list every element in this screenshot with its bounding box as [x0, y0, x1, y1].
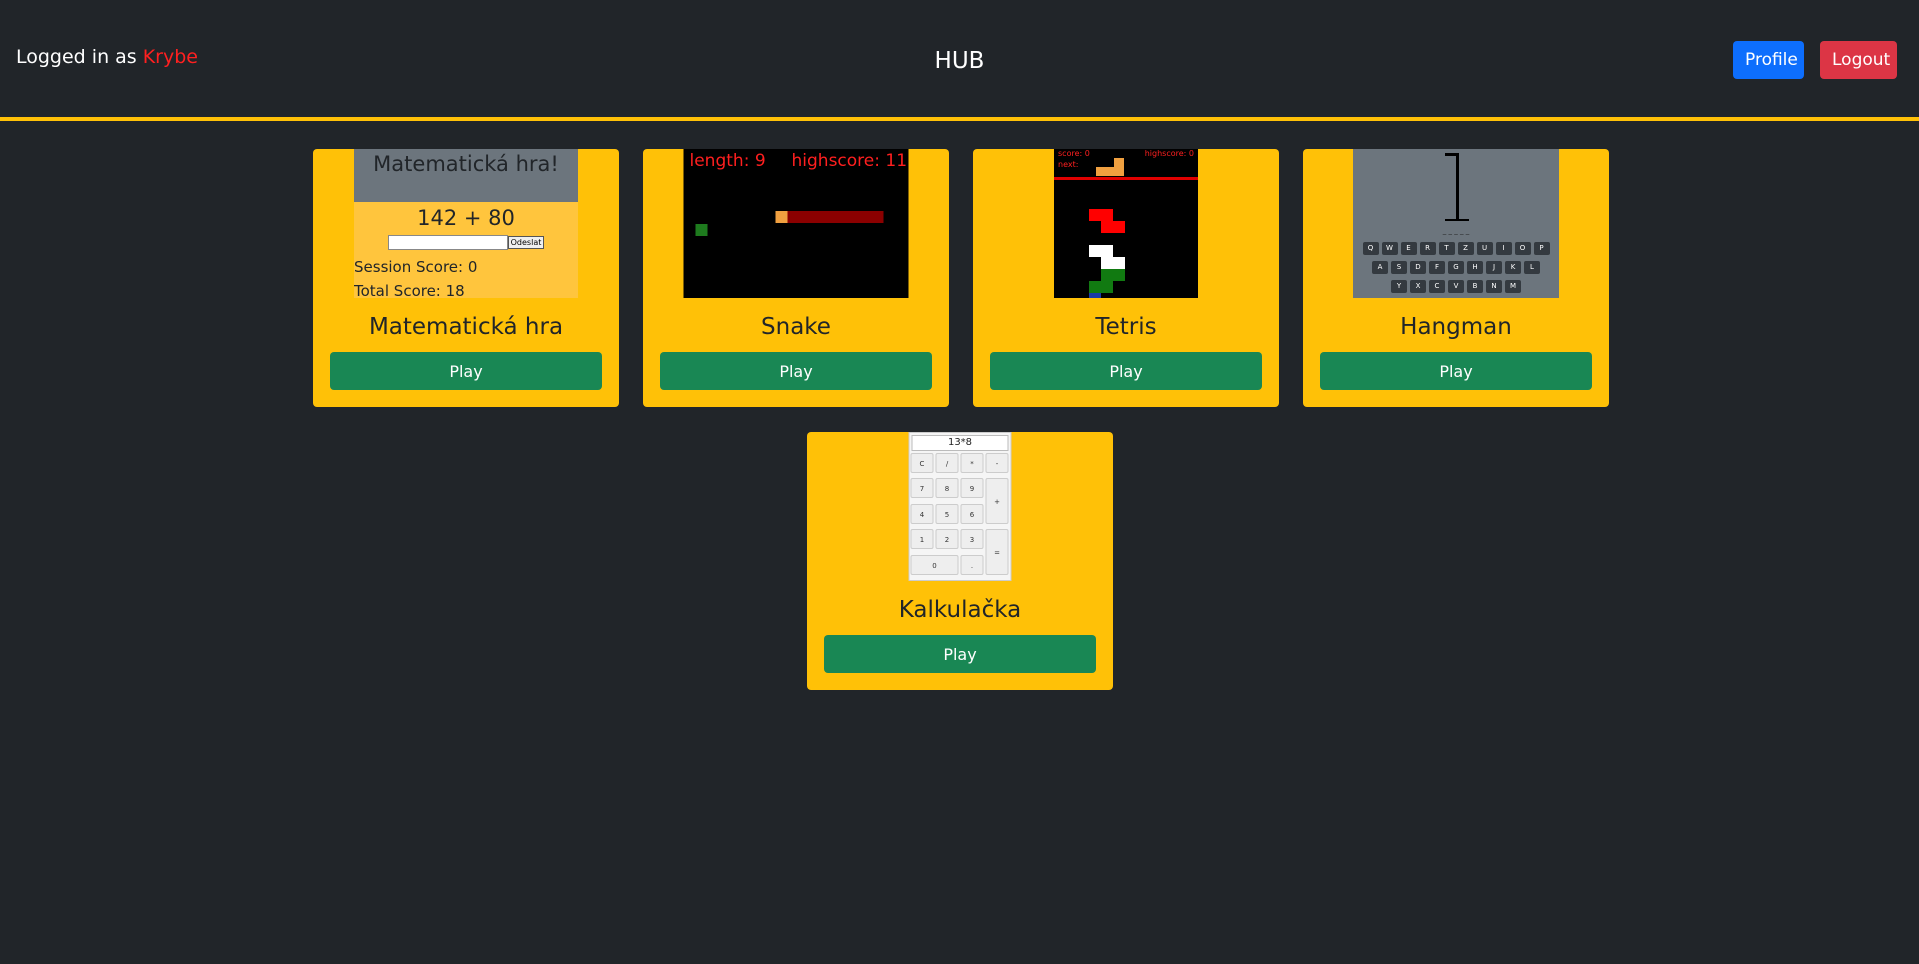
- play-button-snake[interactable]: Play: [660, 352, 932, 390]
- calculator-key: 1: [910, 529, 934, 549]
- math-preview-scores: Session Score: 0 Total Score: 18: [354, 255, 578, 298]
- hangman-key: A: [1372, 261, 1388, 274]
- math-preview-answer-input: [387, 235, 508, 250]
- calculator-key: /: [935, 453, 959, 473]
- tetris-piece-red: [1089, 209, 1125, 233]
- hangman-key: L: [1524, 261, 1540, 274]
- snake-preview-length: length: 9: [689, 151, 766, 171]
- hangman-key: C: [1429, 280, 1445, 293]
- tetris-piece-green: [1089, 269, 1125, 298]
- math-preview-equation: 142 + 80: [417, 206, 515, 230]
- hangman-key: Q: [1362, 242, 1379, 255]
- game-card-snake: length: 9 highscore: 11 Snake Play: [643, 149, 949, 407]
- calculator-key: =: [985, 529, 1009, 575]
- math-preview-title: Matematická hra!: [354, 149, 578, 202]
- calculator-key: 5: [935, 504, 959, 524]
- hangman-key: S: [1391, 261, 1407, 274]
- math-preview-submit: Odeslat: [507, 236, 545, 249]
- calculator-key: 2: [935, 529, 959, 549]
- calculator-key: C: [910, 453, 934, 473]
- calculator-key: 0: [910, 555, 959, 575]
- hangman-key: M: [1505, 280, 1521, 293]
- hangman-key: K: [1505, 261, 1521, 274]
- calculator-key: *: [960, 453, 984, 473]
- hangman-preview-image: _ _ _ _ _ QWERTZUIOP ASDFGHJKL YXCVBNM: [1353, 149, 1559, 298]
- game-title: Tetris: [1095, 314, 1157, 340]
- hangman-key: J: [1486, 261, 1502, 274]
- profile-button[interactable]: Profile: [1733, 41, 1804, 79]
- hangman-key: R: [1419, 242, 1436, 255]
- tetris-preview-next: next:: [1058, 160, 1079, 169]
- hangman-key: P: [1533, 242, 1550, 255]
- math-preview-session-score: Session Score: 0: [354, 258, 478, 276]
- hangman-gallows-icon: [1445, 153, 1469, 221]
- tetris-divider: [1054, 177, 1198, 180]
- game-card-hangman: _ _ _ _ _ QWERTZUIOP ASDFGHJKL YXCVBNM Han…: [1303, 149, 1609, 407]
- game-card-math: Matematická hra! 142 + 80 Odeslat Sessio…: [313, 149, 619, 407]
- snake-body: [775, 211, 884, 223]
- calculator-key: +: [985, 478, 1009, 524]
- hangman-key: W: [1381, 242, 1398, 255]
- hangman-key: Y: [1391, 280, 1407, 293]
- calculator-key: 7: [910, 478, 934, 498]
- calculator-key: -: [985, 453, 1009, 473]
- game-title: Snake: [761, 314, 831, 340]
- calculator-preview-image: 13*8 C / * - 7 8 9 +4 5 6 1 2 3 = 0.: [908, 432, 1012, 581]
- calculator-key: 6: [960, 504, 984, 524]
- hangman-key: O: [1514, 242, 1531, 255]
- play-button-math[interactable]: Play: [330, 352, 602, 390]
- hangman-key: N: [1486, 280, 1502, 293]
- hangman-key: V: [1448, 280, 1464, 293]
- calculator-key: 3: [960, 529, 984, 549]
- hangman-word-blanks: _ _ _ _ _: [1442, 227, 1470, 235]
- snake-food: [695, 224, 708, 236]
- game-title: Matematická hra: [368, 314, 564, 340]
- game-card-tetris: score: 0 next: highscore: 0 Tetris Play: [973, 149, 1279, 407]
- calculator-key: .: [960, 555, 984, 575]
- tetris-preview-image: score: 0 next: highscore: 0: [1054, 149, 1198, 298]
- play-button-tetris[interactable]: Play: [990, 352, 1262, 390]
- snake-preview-image: length: 9 highscore: 11: [683, 149, 909, 298]
- tetris-preview-score: score: 0: [1058, 149, 1090, 158]
- hangman-key: D: [1410, 261, 1426, 274]
- page-title: HUB: [934, 48, 985, 74]
- calculator-key: 4: [910, 504, 934, 524]
- math-preview-total-score: Total Score: 18: [354, 282, 465, 298]
- calculator-display: 13*8: [911, 435, 1009, 451]
- tetris-next-piece: [1096, 158, 1124, 176]
- hangman-key: I: [1495, 242, 1512, 255]
- hangman-key: G: [1448, 261, 1464, 274]
- hangman-key: H: [1467, 261, 1483, 274]
- calculator-key: 8: [935, 478, 959, 498]
- snake-head: [775, 211, 788, 223]
- snake-preview-highscore: highscore: 11: [791, 151, 908, 171]
- tetris-preview-highscore: highscore: 0: [1144, 149, 1194, 158]
- top-navbar: Logged in as Krybe HUB Profile Logout: [0, 0, 1919, 121]
- game-title: Kalkulačka: [898, 597, 1022, 623]
- play-button-hangman[interactable]: Play: [1320, 352, 1592, 390]
- hangman-key: B: [1467, 280, 1483, 293]
- hangman-key: U: [1476, 242, 1493, 255]
- tetris-piece-white: [1089, 245, 1125, 269]
- hangman-key: F: [1429, 261, 1445, 274]
- hangman-key: Z: [1457, 242, 1474, 255]
- hangman-key: E: [1400, 242, 1417, 255]
- math-preview-image: Matematická hra! 142 + 80 Odeslat Sessio…: [354, 149, 578, 298]
- game-title: Hangman: [1400, 314, 1512, 340]
- logout-button[interactable]: Logout: [1820, 41, 1897, 79]
- calculator-key: 9: [960, 478, 984, 498]
- hangman-key: X: [1410, 280, 1426, 293]
- math-preview-answer-row: Odeslat: [354, 232, 578, 251]
- play-button-calculator[interactable]: Play: [824, 635, 1096, 673]
- game-card-calculator: 13*8 C / * - 7 8 9 +4 5 6 1 2 3 = 0. Kalkulačka Play: [807, 432, 1113, 690]
- hangman-key: T: [1438, 242, 1455, 255]
